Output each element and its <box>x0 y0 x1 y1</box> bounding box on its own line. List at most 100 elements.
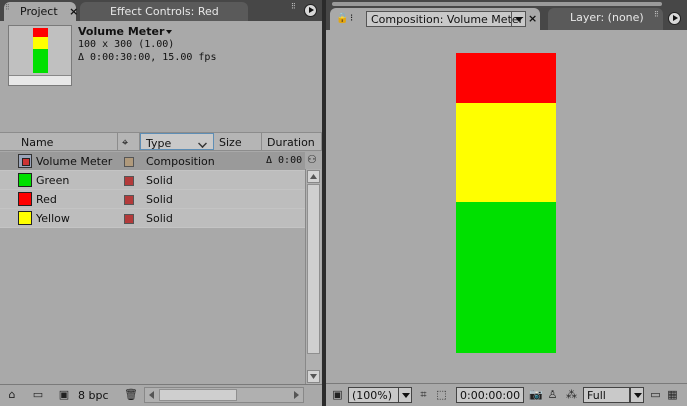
trash-icon[interactable]: 🗑 <box>124 389 138 401</box>
composition-dimensions: 100 x 300 (1.00) <box>78 39 175 50</box>
label-color-chip[interactable] <box>124 176 134 186</box>
timecode-value: 0:00:00:00 <box>460 389 521 402</box>
flowchart-icon[interactable]: ⚇ <box>307 153 320 167</box>
tab-project[interactable]: ⁝⁝ Project × <box>4 2 78 21</box>
column-name[interactable]: Name <box>0 133 118 150</box>
mask-visibility-icon[interactable]: ⬚ <box>435 388 448 401</box>
composition-info: Volume Meter 100 x 300 (1.00) Δ 0:00:30:… <box>78 25 216 64</box>
show-snapshot-icon[interactable]: ♙ <box>546 388 559 401</box>
list-item[interactable]: Red Solid <box>0 190 305 209</box>
scroll-thumb[interactable] <box>159 389 237 401</box>
grip-icon[interactable]: ⁝ <box>350 13 362 25</box>
chevron-down-icon[interactable] <box>630 387 644 403</box>
project-panel: ⁝⁝ Project × Effect Controls: Red ⁝⁝ Vol… <box>0 0 322 406</box>
thumb-green-segment <box>33 49 48 73</box>
safe-zones-icon[interactable]: ⌗ <box>417 388 430 401</box>
tab-layer[interactable]: Layer: (none) <box>548 8 663 30</box>
composition-tab-bar: 🔒 ⁝ Composition: Volume Meter × Layer: (… <box>326 0 687 30</box>
tag-icon: ⌖ <box>122 136 129 149</box>
scroll-down-arrow[interactable] <box>307 370 320 383</box>
list-item[interactable]: Volume Meter Composition Δ 0:00:30:00 <box>0 152 305 171</box>
chevron-down-icon <box>198 139 207 148</box>
new-folder-icon[interactable]: ▭ <box>32 389 44 401</box>
meter-red-segment <box>456 53 556 103</box>
chevron-down-icon[interactable] <box>511 12 525 26</box>
color-channels-icon[interactable]: ⁂ <box>565 388 578 401</box>
tab-effect-controls[interactable]: Effect Controls: Red <box>80 2 248 21</box>
column-label[interactable]: ⌖ <box>118 133 140 150</box>
item-duration: Δ 0:00:30:00 <box>266 155 304 166</box>
grip-icon[interactable]: ⁝⁝ <box>5 4 17 17</box>
tab-effect-controls-label: Effect Controls: Red <box>110 5 219 18</box>
composition-viewer[interactable] <box>330 30 687 382</box>
item-type: Solid <box>146 174 173 187</box>
composition-thumbnail <box>8 25 72 86</box>
region-of-interest-icon[interactable]: ▭ <box>649 388 662 401</box>
item-name: Volume Meter <box>36 155 113 168</box>
item-name: Green <box>36 174 70 187</box>
item-type: Solid <box>146 193 173 206</box>
vertical-scrollbar[interactable] <box>305 169 321 384</box>
column-type[interactable]: Type <box>140 133 214 150</box>
scroll-up-arrow[interactable] <box>307 170 320 183</box>
close-icon[interactable]: × <box>69 5 78 18</box>
magnification-value: (100%) <box>352 389 393 402</box>
item-type: Solid <box>146 212 173 225</box>
panel-menu-button[interactable] <box>304 4 317 17</box>
panel-menu-button[interactable] <box>668 12 681 25</box>
list-item[interactable]: Yellow Solid <box>0 209 305 228</box>
grip-icon[interactable]: ⁝⁝ <box>291 3 303 16</box>
horizontal-scrollbar[interactable] <box>144 387 304 403</box>
composition-select[interactable]: Composition: Volume Meter <box>366 11 526 27</box>
item-type: Composition <box>146 155 215 168</box>
column-size[interactable]: Size <box>214 133 262 150</box>
solid-swatch <box>18 192 32 206</box>
panel-top-strip <box>332 2 662 6</box>
always-preview-icon[interactable]: ▣ <box>331 388 344 401</box>
label-color-chip[interactable] <box>124 214 134 224</box>
tab-project-label: Project <box>20 5 58 18</box>
thumb-red-segment <box>33 28 48 37</box>
project-tab-bar: ⁝⁝ Project × Effect Controls: Red ⁝⁝ <box>0 0 322 21</box>
grip-icon[interactable]: ⁝⁝ <box>654 11 666 24</box>
camera-icon[interactable]: 📷 <box>529 388 543 401</box>
composition-name-dropdown[interactable]: Volume Meter <box>78 25 216 38</box>
tab-composition[interactable]: 🔒 ⁝ Composition: Volume Meter × <box>330 8 540 30</box>
item-name: Yellow <box>36 212 70 225</box>
meter-yellow-segment <box>456 103 556 202</box>
current-time[interactable]: 0:00:00:00 <box>456 387 524 403</box>
project-bottom-bar: ⌂ ▭ ▣ 8 bpc 🗑 <box>0 384 322 406</box>
transparency-grid-icon[interactable]: ▦ <box>666 388 679 401</box>
column-header: Name ⌖ Type Size Duration <box>0 132 322 151</box>
solid-swatch <box>18 211 32 225</box>
scroll-thumb[interactable] <box>307 184 320 354</box>
resolution-value: Full <box>587 389 606 402</box>
viewer-bottom-bar: ▣ (100%) ⌗ ⬚ 0:00:00:00 📷 ♙ ⁂ Full ▭ ▦ <box>326 383 687 406</box>
composition-tab-label: Composition: Volume Meter <box>371 13 524 26</box>
label-color-chip[interactable] <box>124 195 134 205</box>
thumb-yellow-segment <box>33 37 48 49</box>
column-name-label: Name <box>21 136 54 149</box>
column-duration-label: Duration <box>267 136 315 149</box>
column-duration[interactable]: Duration <box>262 133 322 150</box>
arrow-down-icon <box>310 374 317 379</box>
chevron-down-icon[interactable] <box>398 387 412 403</box>
project-item-list: Volume Meter Composition Δ 0:00:30:00 Gr… <box>0 152 305 228</box>
column-type-label: Type <box>146 137 172 150</box>
composition-name: Volume Meter <box>78 25 165 38</box>
item-name: Red <box>36 193 57 206</box>
composition-icon <box>18 154 32 168</box>
composition-duration-fps: Δ 0:00:30:00, 15.00 fps <box>78 52 217 63</box>
arrow-right-icon[interactable] <box>290 389 302 401</box>
interpret-footage-icon[interactable]: ⌂ <box>6 389 18 401</box>
close-icon[interactable]: × <box>528 12 537 25</box>
arrow-left-icon[interactable] <box>146 389 158 401</box>
label-color-chip[interactable] <box>124 157 134 167</box>
bit-depth-button[interactable]: 8 bpc <box>78 389 109 402</box>
chevron-down-icon <box>166 30 173 34</box>
new-comp-icon[interactable]: ▣ <box>58 389 70 401</box>
lock-icon[interactable]: 🔒 <box>336 13 348 25</box>
meter-green-segment <box>456 202 556 353</box>
resolution-select[interactable]: Full <box>583 387 630 403</box>
list-item[interactable]: Green Solid <box>0 171 305 190</box>
